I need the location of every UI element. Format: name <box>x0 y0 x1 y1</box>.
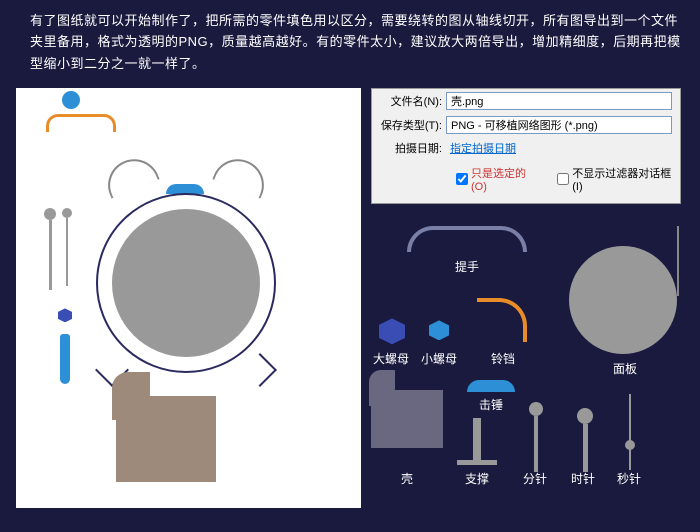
label-bell: 铃铛 <box>491 350 515 367</box>
bell-left-icon <box>100 152 159 199</box>
savetype-label: 保存类型(T): <box>380 117 442 133</box>
checkbox-no-filter-dialog[interactable]: 不显示过滤器对话框(I) <box>557 165 672 193</box>
clock-face-icon <box>112 209 260 357</box>
nut-dot-icon <box>62 91 80 109</box>
needle1-icon <box>46 208 54 294</box>
leg-right-icon <box>243 353 277 387</box>
thin-line-icon <box>677 226 679 296</box>
part-second-icon <box>629 394 631 470</box>
savetype-select[interactable] <box>446 116 672 134</box>
content-area: 文件名(N): 保存类型(T): 拍摄日期: 指定拍摄日期 只是选定的(O) 不… <box>0 88 700 508</box>
checkbox-no-filter-label: 不显示过滤器对话框(I) <box>572 165 672 193</box>
save-dialog: 文件名(N): 保存类型(T): 拍摄日期: 指定拍摄日期 只是选定的(O) 不… <box>371 88 681 204</box>
handle-arc-icon <box>46 114 116 132</box>
drip-icon <box>60 334 70 384</box>
checkbox-selected-only[interactable]: 只是选定的(O) <box>456 165 535 193</box>
parts-area: 提手 面板 大螺母 小螺母 铃铛 击锤 壳 支撑 分针 时针 秒针 <box>371 212 681 508</box>
checkbox-selected-only-label: 只是选定的(O) <box>471 165 535 193</box>
shootdate-label: 拍摄日期: <box>380 140 442 156</box>
part-stand-icon <box>473 418 481 462</box>
hex-small-icon <box>58 308 72 322</box>
label-second: 秒针 <box>617 470 641 487</box>
label-handle: 提手 <box>455 258 479 275</box>
filename-label: 文件名(N): <box>380 93 442 109</box>
part-hour-icon <box>577 408 593 472</box>
checkbox-no-filter-box[interactable] <box>557 173 569 185</box>
part-second-knob-icon <box>625 440 635 450</box>
filename-input[interactable] <box>446 92 672 110</box>
label-hour: 时针 <box>571 470 595 487</box>
label-nut-big: 大螺母 <box>373 350 409 367</box>
label-stand: 支撑 <box>465 470 489 487</box>
label-nut-small: 小螺母 <box>421 350 457 367</box>
part-bell-icon <box>477 298 527 342</box>
case-body-icon <box>116 396 216 482</box>
instruction-text: 有了图纸就可以开始制作了，把所需的零件填色用以区分，需要绕转的图从轴线切开，所有… <box>0 0 700 88</box>
label-case: 壳 <box>401 470 413 487</box>
part-hammer-icon <box>467 380 515 392</box>
part-nut-big-icon <box>379 318 405 344</box>
part-stand-foot-icon <box>457 460 497 465</box>
part-case-icon <box>371 390 443 448</box>
blueprint-panel <box>16 88 361 508</box>
needle2-icon <box>64 208 70 290</box>
checkbox-selected-only-box[interactable] <box>456 173 468 185</box>
part-handle-icon <box>407 226 527 252</box>
label-minute: 分针 <box>523 470 547 487</box>
shootdate-link[interactable]: 指定拍摄日期 <box>450 140 516 156</box>
right-panel: 文件名(N): 保存类型(T): 拍摄日期: 指定拍摄日期 只是选定的(O) 不… <box>371 88 681 508</box>
part-minute-icon <box>529 402 543 472</box>
part-nut-small-icon <box>429 320 449 340</box>
label-panel: 面板 <box>613 360 637 377</box>
label-hammer: 击锤 <box>479 396 503 413</box>
bell-right-icon <box>212 152 271 199</box>
part-panel-icon <box>569 246 677 354</box>
